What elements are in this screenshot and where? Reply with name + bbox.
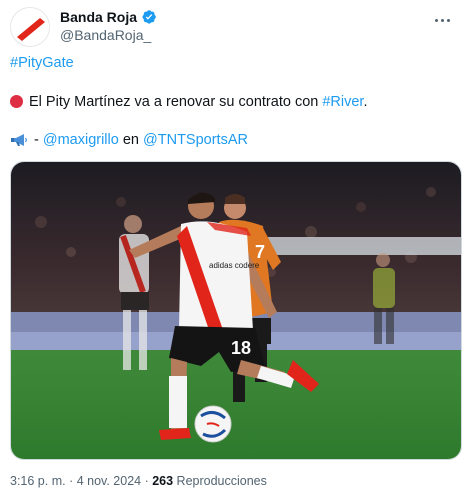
meta-separator: ·: [65, 474, 77, 488]
mention-maxigrillo-link[interactable]: @maxigrillo: [43, 132, 119, 148]
avatar[interactable]: [10, 7, 50, 47]
author-name[interactable]: Banda Roja: [60, 9, 137, 25]
megaphone-emoji-icon: [11, 134, 27, 146]
meta-separator-2: ·: [141, 474, 153, 488]
red-diagonal-stripe-logo: [11, 8, 49, 46]
red-circle-emoji-icon: [10, 95, 23, 108]
defender-number: 7: [255, 242, 265, 262]
tweet-meta: 3:16 p. m. · 4 nov. 2024 · 263 Reproducc…: [10, 474, 267, 488]
author-handle[interactable]: @BandaRoja_: [60, 27, 157, 43]
tweet-date[interactable]: 4 nov. 2024: [77, 474, 141, 488]
tweet-line-credits: - @maxigrillo en @TNTSportsAR: [10, 130, 248, 150]
verified-badge-icon: [142, 10, 156, 24]
tweet-line-main: El Pity Martínez va a renovar su contrat…: [10, 92, 368, 112]
hashtag-river-link[interactable]: #River: [322, 94, 363, 110]
tweet-line-hashtag: #PityGate: [10, 53, 74, 73]
views-label: Reproducciones: [173, 474, 267, 488]
tweet-author: Banda Roja @BandaRoja_: [60, 8, 157, 43]
credits-en: en: [118, 132, 144, 148]
views-count: 263: [152, 474, 174, 488]
tweet-time[interactable]: 3:16 p. m.: [10, 474, 66, 488]
jersey-number: 18: [231, 338, 251, 358]
more-options-icon[interactable]: [430, 12, 454, 28]
jersey-sponsor: adidas codere: [209, 261, 260, 270]
football-match-photo: 7 adidas codere 18: [11, 162, 461, 459]
hashtag-pitygate-link[interactable]: #PityGate: [10, 55, 74, 71]
tweet-main-end: .: [363, 94, 368, 110]
credits-separator: -: [34, 132, 43, 148]
tweet-media-photo[interactable]: 7 adidas codere 18: [10, 161, 462, 460]
mention-tntsportsar-link[interactable]: @TNTSportsAR: [143, 132, 248, 148]
tweet-main-text: El Pity Martínez va a renovar su contrat…: [29, 94, 323, 110]
